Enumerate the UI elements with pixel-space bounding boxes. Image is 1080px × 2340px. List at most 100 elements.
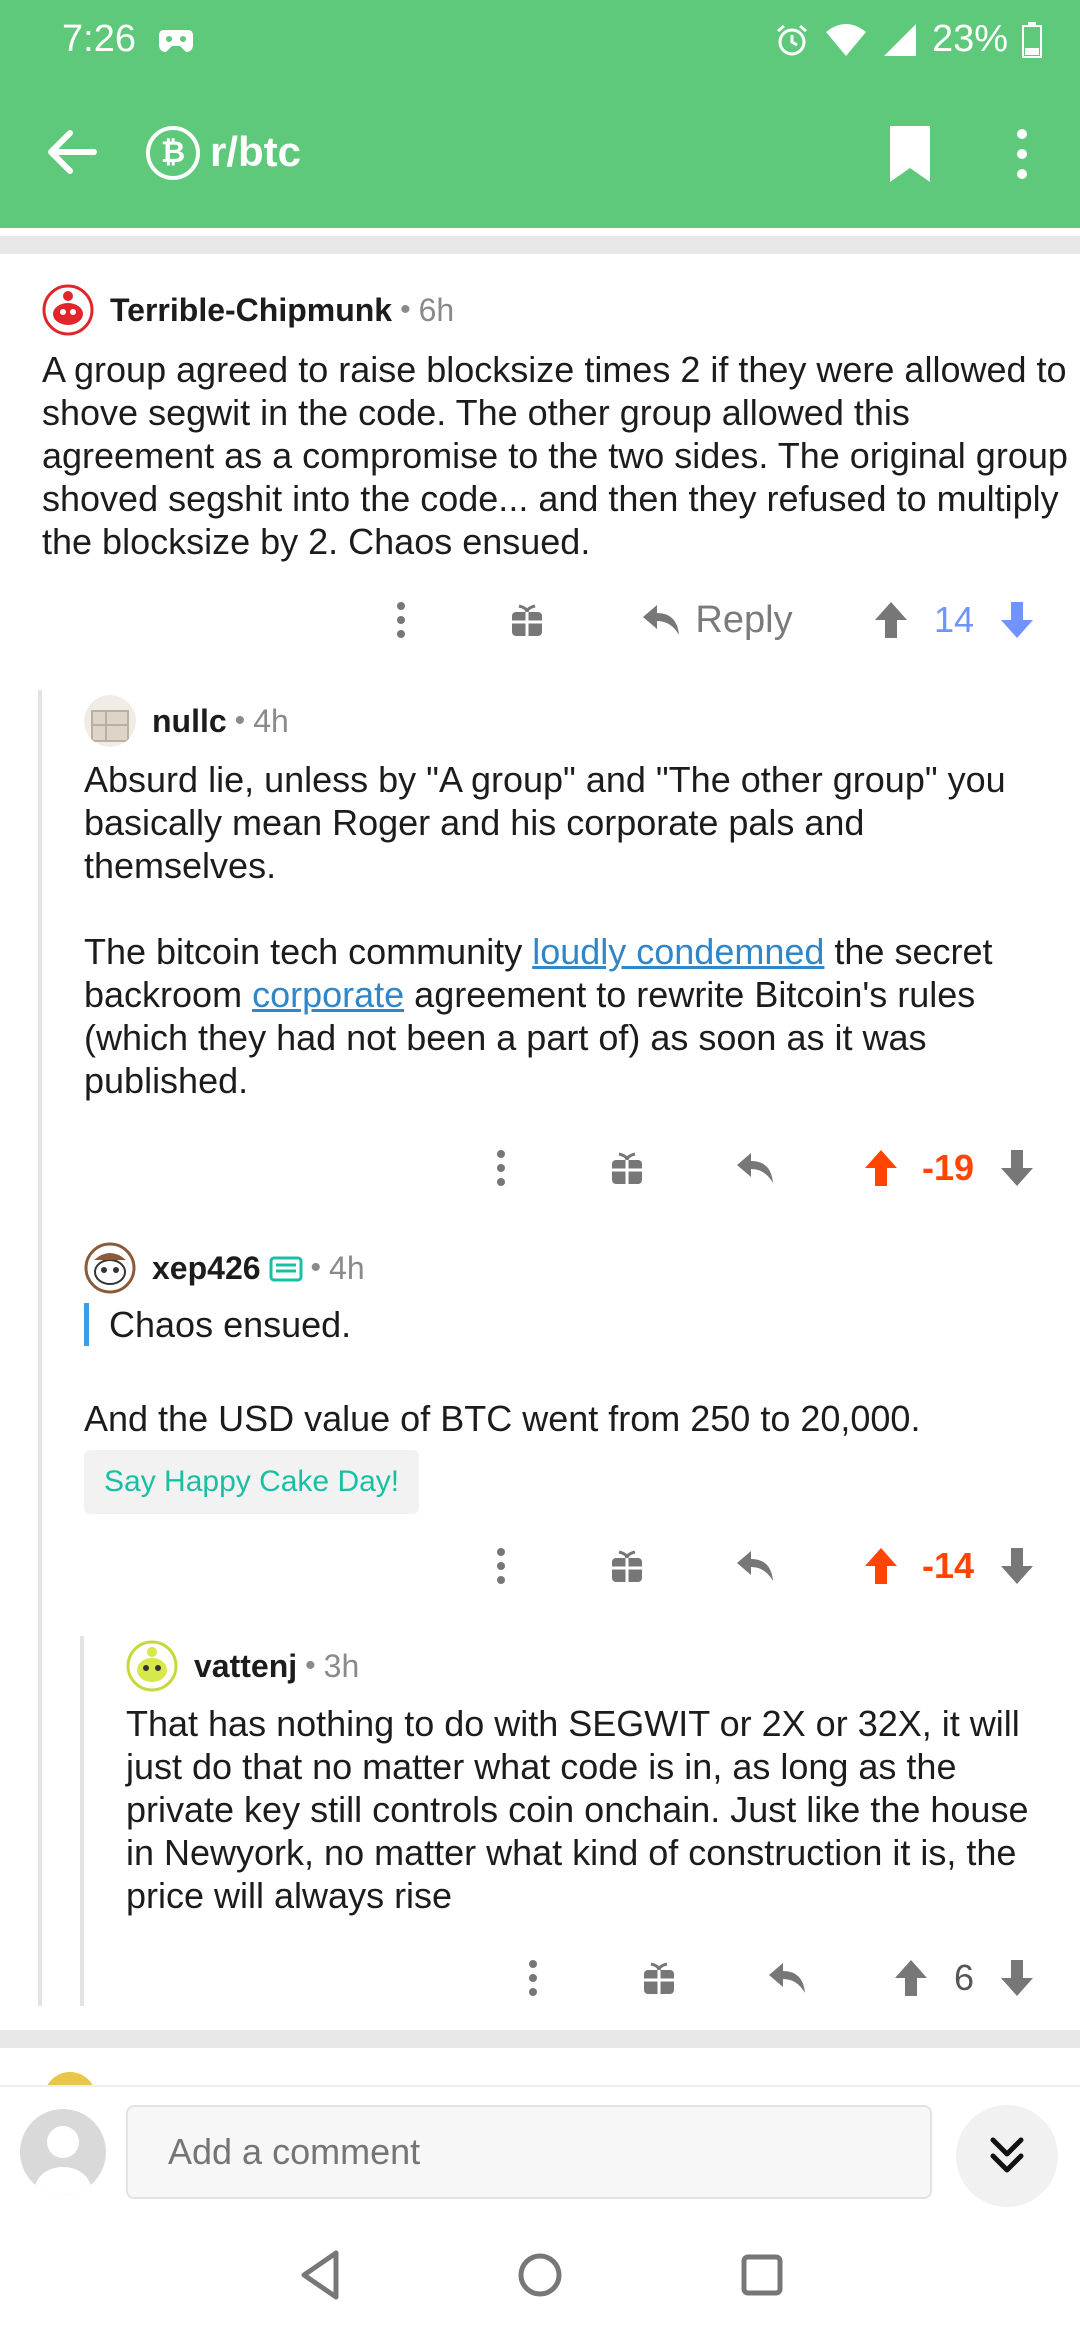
status-bar: 7:26 23% — [0, 0, 1080, 80]
more-vertical-icon — [529, 1960, 537, 1996]
comment-header: nullc • 4h — [84, 693, 289, 749]
bookmark-icon[interactable] — [886, 124, 934, 184]
more-options-button[interactable] — [386, 590, 416, 650]
meta-separator: • — [400, 293, 411, 326]
current-user-avatar[interactable] — [20, 2109, 106, 2195]
say-happy-cake-day-button[interactable]: Say Happy Cake Day! — [84, 1450, 420, 1514]
nav-back-icon[interactable] — [292, 2245, 352, 2305]
subreddit-name[interactable]: r/btc — [210, 128, 301, 176]
more-vertical-icon — [497, 1150, 505, 1186]
upvote-arrow-icon — [875, 602, 907, 638]
user-avatar-image — [126, 1640, 178, 1692]
link-loudly-condemned[interactable]: loudly condemned — [532, 931, 824, 972]
divider — [0, 236, 1080, 254]
downvote-button[interactable] — [996, 1138, 1038, 1198]
meta-separator: • — [234, 704, 246, 737]
comment-age: 4h — [253, 702, 289, 739]
alarm-icon — [776, 24, 807, 55]
downvote-button[interactable] — [996, 1536, 1038, 1596]
score-value: -19 — [921, 1147, 975, 1188]
nav-home-icon[interactable] — [510, 2245, 570, 2305]
score-value: 6 — [953, 1957, 975, 1998]
author-name[interactable]: xep426 — [152, 1250, 261, 1287]
score-value: 14 — [933, 599, 975, 640]
divider — [0, 2030, 1080, 2048]
comment-paragraph: The bitcoin tech community loudly condem… — [84, 930, 1044, 1102]
avatar[interactable] — [42, 284, 94, 336]
double-chevron-down-icon — [990, 2137, 1024, 2173]
author-name[interactable]: vattenj — [194, 1648, 297, 1685]
reply-arrow-icon — [737, 1153, 773, 1183]
upvote-button[interactable] — [860, 1138, 902, 1198]
comment-body: And the USD value of BTC went from 250 t… — [84, 1398, 921, 1439]
add-comment-input[interactable]: Add a comment — [126, 2105, 932, 2199]
upvote-arrow-icon — [865, 1548, 897, 1584]
battery-icon — [1022, 21, 1042, 58]
more-options-button[interactable] — [486, 1138, 516, 1198]
author-name[interactable]: nullc — [152, 703, 227, 740]
battery-percent: 23% — [931, 18, 1008, 60]
reply-button[interactable] — [732, 1536, 778, 1596]
reply-label: Reply — [695, 598, 793, 641]
reply-button[interactable] — [732, 1138, 778, 1198]
award-button[interactable] — [636, 1948, 682, 2008]
more-options-button[interactable] — [518, 1948, 548, 2008]
comment-actions: 6 — [0, 1948, 1080, 2008]
toolbar: ₿ r/btc — [0, 100, 1080, 210]
gift-icon — [612, 1152, 642, 1184]
upvote-button[interactable] — [860, 1536, 902, 1596]
nav-recents-icon[interactable] — [732, 2245, 792, 2305]
meta-separator: • — [310, 1251, 322, 1284]
app-header: 7:26 23% ₿ r/btc — [0, 0, 1080, 228]
award-button[interactable] — [604, 1138, 650, 1198]
comment-paragraph: Absurd lie, unless by "A group" and "The… — [84, 759, 1006, 886]
comment-header: Terrible-Chipmunk • 6h — [42, 282, 454, 338]
avatar[interactable] — [84, 695, 136, 747]
downvote-button[interactable] — [996, 1948, 1038, 2008]
thread-indent-line — [38, 690, 42, 2006]
award-button[interactable] — [604, 1536, 650, 1596]
more-vertical-icon — [397, 602, 405, 638]
award-button[interactable] — [504, 590, 550, 650]
author-name[interactable]: Terrible-Chipmunk — [110, 292, 392, 329]
comment-actions: -14 — [0, 1536, 1080, 1596]
more-options-button[interactable] — [486, 1536, 516, 1596]
gift-icon — [612, 1550, 642, 1582]
comment-actions: Reply 14 — [0, 590, 1080, 650]
avatar[interactable] — [126, 1640, 178, 1692]
wifi-icon — [825, 23, 866, 56]
comment-header: vattenj • 3h — [126, 1638, 359, 1694]
downvote-arrow-icon — [1001, 1150, 1033, 1186]
jump-to-next-button[interactable] — [956, 2105, 1058, 2207]
reply-button[interactable]: Reply — [632, 590, 802, 650]
text-segment: The bitcoin tech community — [84, 931, 533, 972]
signal-icon — [883, 23, 916, 56]
game-controller-icon — [159, 30, 193, 52]
comment-body: That has nothing to do with SEGWIT or 2X… — [126, 1703, 1029, 1916]
downvote-arrow-icon — [1001, 602, 1033, 638]
meta-separator: • — [305, 1649, 316, 1682]
comment-composer: Add a comment — [0, 2085, 1080, 2215]
comment-age: 6h — [418, 291, 455, 328]
user-avatar-image — [84, 695, 136, 747]
user-avatar-image — [84, 1242, 136, 1294]
more-vertical-icon[interactable] — [1000, 122, 1044, 186]
system-navigation-bar — [0, 2215, 1080, 2340]
gift-icon — [512, 604, 542, 636]
subreddit-bitcoin-icon[interactable]: ₿ — [146, 126, 200, 180]
upvote-button[interactable] — [870, 590, 912, 650]
avatar[interactable] — [84, 1242, 136, 1294]
reply-arrow-icon — [643, 605, 680, 635]
reply-button[interactable] — [764, 1948, 810, 2008]
downvote-button[interactable] — [996, 590, 1038, 650]
link-corporate[interactable]: corporate — [252, 974, 404, 1015]
vote-score: 14 — [924, 590, 984, 650]
upvote-arrow-icon — [895, 1960, 927, 1996]
vote-score: -19 — [912, 1138, 984, 1198]
vote-score: -14 — [912, 1536, 984, 1596]
back-arrow-icon[interactable] — [40, 120, 104, 184]
comment-actions: -19 — [0, 1138, 1080, 1198]
reddit-snoo-red-icon — [42, 284, 94, 336]
score-value: -14 — [921, 1545, 975, 1586]
upvote-button[interactable] — [890, 1948, 932, 2008]
